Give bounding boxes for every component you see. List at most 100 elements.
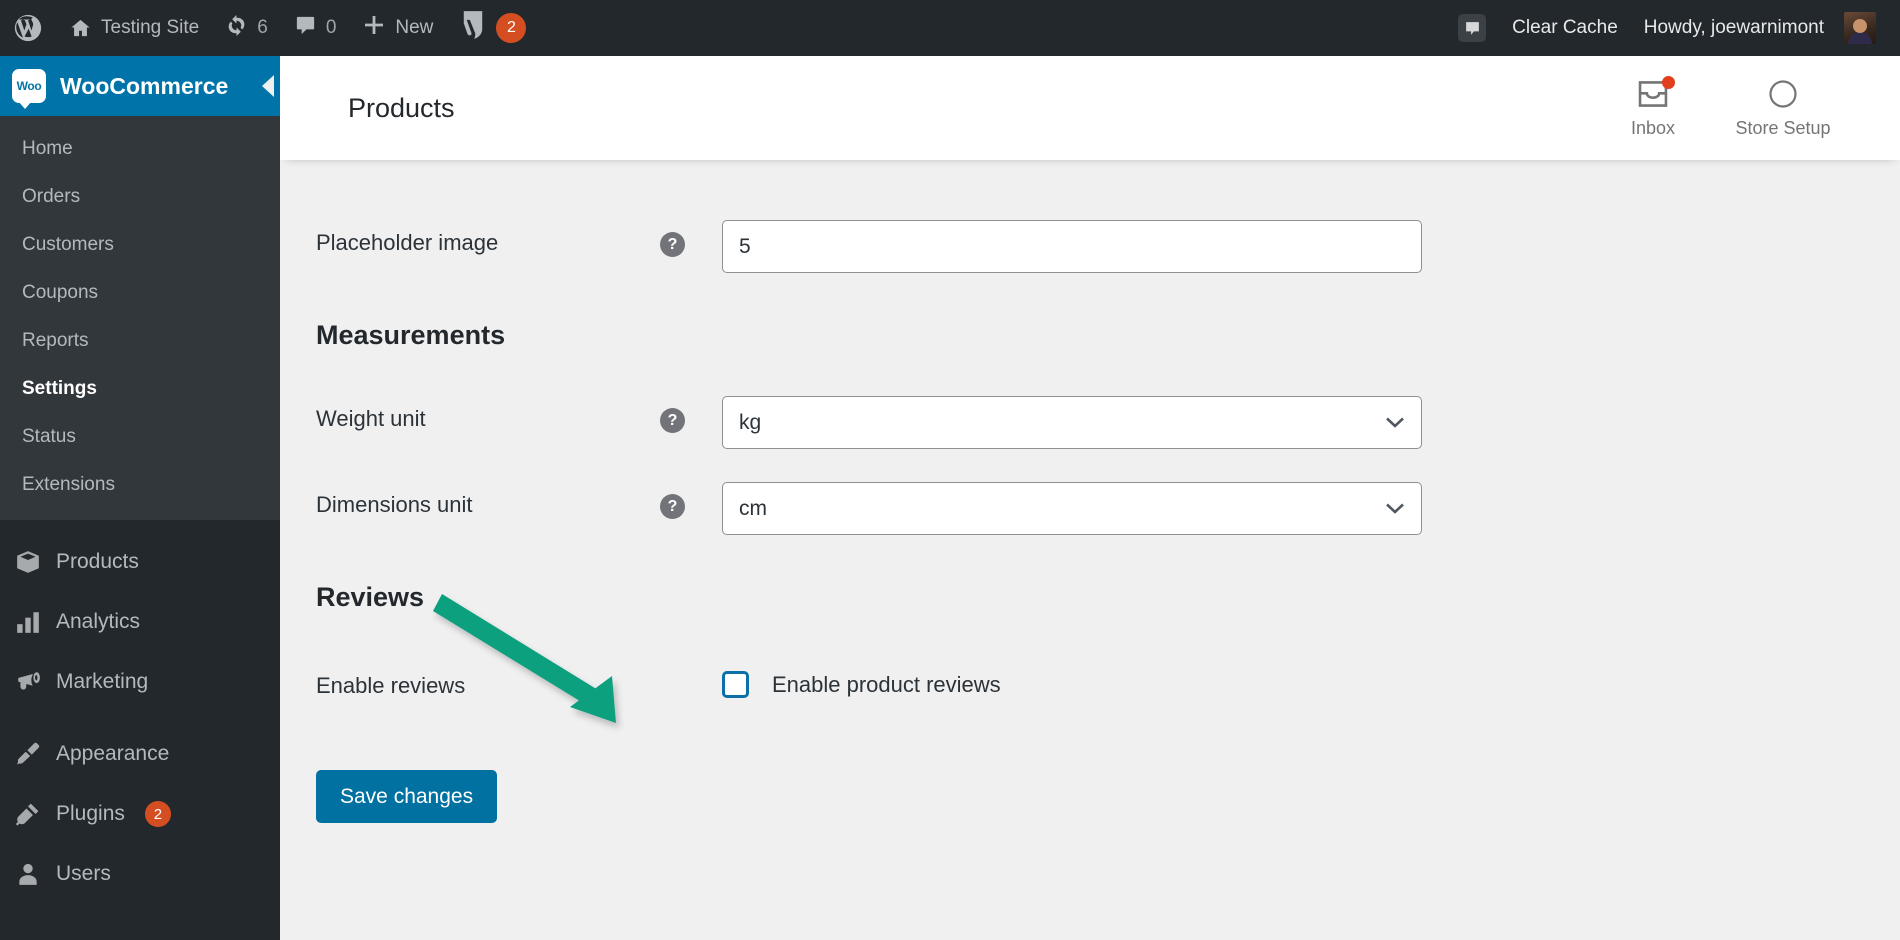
updates-icon (225, 14, 248, 43)
comments-button[interactable]: 0 (281, 0, 350, 56)
plugins-update-badge: 2 (144, 801, 171, 827)
plus-icon (362, 13, 386, 43)
sidebar-item-appearance[interactable]: Appearance (0, 724, 280, 784)
wordpress-logo-icon (13, 13, 43, 43)
admin-sidebar: Woo WooCommerce Home Orders Customers Co… (0, 56, 280, 940)
sidebar-subitem-label: Customers (22, 234, 114, 255)
chevron-down-icon (1385, 411, 1405, 435)
yoast-seo-button[interactable]: 2 (446, 0, 539, 56)
weight-unit-select[interactable]: kg (722, 396, 1422, 449)
clear-cache-label: Clear Cache (1512, 17, 1618, 38)
plug-icon (14, 800, 42, 828)
header-action-label: Store Setup (1735, 118, 1831, 138)
help-icon[interactable]: ? (660, 494, 685, 519)
dimensions-unit-select[interactable]: cm (722, 482, 1422, 535)
comments-count: 0 (325, 17, 337, 38)
yoast-notification-badge: 2 (496, 13, 527, 43)
sidebar-subitem-label: Coupons (22, 282, 99, 303)
header-action-inbox[interactable]: Inbox (1588, 76, 1718, 139)
sidebar-item-label: Marketing (56, 670, 149, 693)
enable-product-reviews-checkbox-label[interactable]: Enable product reviews (772, 672, 1001, 698)
settings-form: Placeholder image ? 5 Measurements Weigh… (280, 160, 1900, 823)
sidebar-item-analytics[interactable]: Analytics (0, 592, 280, 652)
new-content-button[interactable]: New (349, 0, 446, 56)
sidebar-item-marketing[interactable]: Marketing (0, 652, 280, 712)
sidebar-item-home[interactable]: Home (0, 125, 280, 173)
wp-admin-bar: Testing Site 6 0 New 2 Clear Cache Howdy… (0, 0, 1900, 56)
home-icon (69, 17, 92, 40)
updates-button[interactable]: 6 (212, 0, 281, 56)
sidebar-item-label: Users (56, 862, 111, 885)
sidebar-item-plugins[interactable]: Plugins 2 (0, 784, 280, 844)
page-header: Products Inbox Store Setup (280, 56, 1900, 160)
sidebar-item-woocommerce[interactable]: Woo WooCommerce (0, 56, 280, 116)
inbox-notification-dot (1662, 76, 1675, 89)
new-content-label: New (395, 17, 434, 38)
weight-unit-control: kg (722, 396, 1422, 449)
sidebar-item-label: Plugins (56, 802, 125, 825)
sidebar-item-status[interactable]: Status (0, 413, 280, 461)
sidebar-item-settings[interactable]: Settings (0, 365, 280, 413)
header-action-store-setup[interactable]: Store Setup (1718, 77, 1848, 139)
chevron-down-icon (1385, 497, 1405, 521)
field-row-enable-reviews: Enable reviews Enable product reviews (280, 671, 1900, 711)
chevron-left-icon (250, 56, 280, 116)
wordpress-logo-button[interactable] (0, 0, 56, 56)
placeholder-image-input[interactable]: 5 (722, 220, 1422, 273)
sidebar-subitem-label: Settings (22, 378, 97, 399)
header-action-label: Inbox (1630, 118, 1676, 138)
menu-separator (0, 520, 280, 532)
sidebar-item-extensions[interactable]: Extensions (0, 461, 280, 509)
sidebar-subitem-label: Status (22, 426, 76, 447)
sidebar-item-reports[interactable]: Reports (0, 317, 280, 365)
woocommerce-submenu: Home Orders Customers Coupons Reports Se… (0, 116, 280, 520)
box-icon (14, 548, 42, 576)
enable-product-reviews-checkbox[interactable] (722, 671, 749, 698)
placeholder-image-label: Placeholder image (316, 230, 499, 255)
help-icon[interactable]: ? (660, 232, 685, 257)
clear-cache-button[interactable] (1445, 0, 1499, 56)
save-changes-button[interactable]: Save changes (316, 770, 498, 823)
avatar (1844, 12, 1876, 44)
bar-chart-icon (14, 608, 42, 636)
site-name-button[interactable]: Testing Site (56, 0, 212, 56)
howdy-label: Howdy, joewarnimont (1643, 17, 1824, 38)
sidebar-item-orders[interactable]: Orders (0, 173, 280, 221)
inbox-icon (1636, 76, 1675, 111)
sidebar-subitem-label: Reports (22, 330, 89, 351)
account-menu[interactable]: Howdy, joewarnimont (1631, 0, 1900, 56)
dimensions-unit-control: cm (722, 482, 1422, 535)
weight-unit-value: kg (739, 410, 762, 434)
main-content: Products Inbox Store Setup Placeholder i… (280, 56, 1900, 940)
sidebar-item-label: Products (56, 550, 139, 573)
field-row-weight-unit: Weight unit ? kg (280, 396, 1900, 450)
reviews-heading: Reviews (316, 582, 425, 612)
user-icon (14, 860, 42, 888)
placeholder-image-control: 5 (722, 220, 1422, 273)
page-title: Products (348, 92, 455, 123)
woocommerce-mark-text: Woo (16, 79, 42, 93)
sidebar-item-users[interactable]: Users (0, 844, 280, 904)
sidebar-item-label: Analytics (56, 610, 141, 633)
help-icon[interactable]: ? (660, 408, 685, 433)
clear-cache-link[interactable]: Clear Cache (1499, 0, 1631, 56)
paintbrush-icon (14, 740, 42, 768)
woocommerce-logo-icon: Woo (12, 69, 46, 109)
dimensions-unit-label: Dimensions unit (316, 492, 473, 517)
dimensions-unit-value: cm (739, 496, 767, 520)
menu-separator (0, 712, 280, 724)
enable-reviews-label: Enable reviews (316, 673, 466, 698)
enable-reviews-control: Enable product reviews (722, 671, 1001, 698)
weight-unit-label: Weight unit (316, 406, 426, 431)
sidebar-subitem-label: Home (22, 138, 73, 159)
field-row-placeholder-image: Placeholder image ? 5 (280, 220, 1900, 274)
speech-bubble-icon (1458, 14, 1487, 42)
comment-icon (294, 14, 317, 43)
sidebar-subitem-label: Orders (22, 186, 81, 207)
measurements-heading: Measurements (316, 320, 506, 350)
yoast-seo-icon (459, 10, 487, 46)
sidebar-item-coupons[interactable]: Coupons (0, 269, 280, 317)
sidebar-item-products[interactable]: Products (0, 532, 280, 592)
sidebar-item-customers[interactable]: Customers (0, 221, 280, 269)
sidebar-brand-label: WooCommerce (60, 72, 229, 99)
